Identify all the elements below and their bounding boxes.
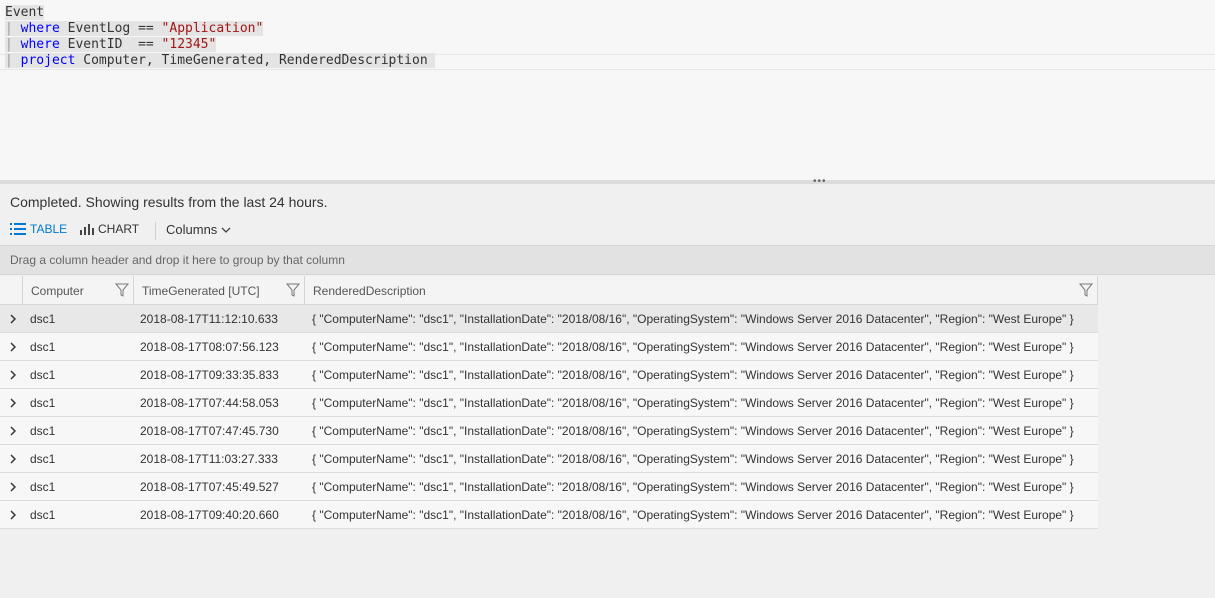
column-header-label: RenderedDescription — [313, 284, 426, 298]
table-row[interactable]: dsc1 2018-08-17T07:47:45.730 { "Computer… — [0, 417, 1098, 445]
string-literal: "12345" — [161, 37, 217, 52]
cell-timegenerated: 2018-08-17T11:03:27.333 — [140, 452, 278, 466]
filter-icon[interactable] — [115, 283, 129, 297]
query-line-2: | where EventLog == "Application" — [0, 21, 264, 37]
row-expander[interactable] — [6, 361, 22, 388]
cell-timegenerated: 2018-08-17T07:44:58.053 — [140, 396, 279, 410]
pipe-operator: | — [5, 37, 21, 52]
row-expander[interactable] — [6, 333, 22, 360]
splitter-grip-icon[interactable]: ••• — [813, 176, 827, 187]
cell-computer: dsc1 — [30, 312, 56, 326]
query-expression: EventLog == — [59, 21, 162, 36]
chevron-right-icon — [10, 426, 16, 436]
cell-rendereddescription: { "ComputerName": "dsc1", "InstallationD… — [312, 396, 1074, 410]
cell-rendereddescription: { "ComputerName": "dsc1", "InstallationD… — [312, 340, 1074, 354]
toolbar-divider — [155, 222, 156, 240]
table-list-icon — [10, 223, 26, 235]
query-expression: Computer, TimeGenerated, RenderedDescrip… — [75, 53, 436, 68]
cell-computer: dsc1 — [30, 368, 56, 382]
chevron-right-icon — [10, 482, 16, 492]
columns-label: Columns — [166, 222, 218, 237]
chevron-right-icon — [10, 510, 16, 520]
columns-dropdown-button[interactable]: Columns — [166, 222, 235, 237]
keyword-where: where — [20, 37, 60, 52]
cell-computer: dsc1 — [30, 340, 56, 354]
results-toolbar: TABLE CHART Columns — [0, 218, 1215, 244]
query-line-1: Event — [0, 5, 45, 21]
row-expander[interactable] — [6, 445, 22, 472]
column-header-rendereddescription[interactable]: RenderedDescription — [304, 276, 1098, 304]
cell-rendereddescription: { "ComputerName": "dsc1", "InstallationD… — [312, 508, 1074, 522]
pipe-operator: | — [5, 21, 21, 36]
cell-timegenerated: 2018-08-17T07:47:45.730 — [140, 424, 279, 438]
query-expression: EventID == — [59, 37, 162, 52]
status-message: Completed. Showing results from the last… — [10, 194, 328, 210]
cell-computer: dsc1 — [30, 508, 56, 522]
chevron-right-icon — [10, 454, 16, 464]
table-row[interactable]: dsc1 2018-08-17T11:12:10.633 { "Computer… — [0, 305, 1098, 333]
table-row[interactable]: dsc1 2018-08-17T07:45:49.527 { "Computer… — [0, 473, 1098, 501]
table-row[interactable]: dsc1 2018-08-17T07:44:58.053 { "Computer… — [0, 389, 1098, 417]
column-header-label: TimeGenerated [UTC] — [142, 284, 260, 298]
table-view-label: TABLE — [30, 222, 68, 236]
table-row[interactable]: dsc1 2018-08-17T09:33:35.833 { "Computer… — [0, 361, 1098, 389]
chart-view-label: CHART — [98, 222, 140, 236]
row-expander[interactable] — [6, 473, 22, 500]
chevron-right-icon — [10, 370, 16, 380]
cell-rendereddescription: { "ComputerName": "dsc1", "InstallationD… — [312, 480, 1074, 494]
keyword-project: project — [20, 53, 76, 68]
row-expander[interactable] — [6, 389, 22, 416]
chevron-down-icon — [221, 227, 231, 233]
group-by-drop-zone[interactable]: Drag a column header and drop it here to… — [0, 245, 1215, 275]
column-header-timegenerated[interactable]: TimeGenerated [UTC] — [133, 276, 304, 304]
cell-timegenerated: 2018-08-17T11:12:10.633 — [140, 312, 278, 326]
cell-computer: dsc1 — [30, 424, 56, 438]
pipe-operator: | — [5, 53, 21, 68]
cell-rendereddescription: { "ComputerName": "dsc1", "InstallationD… — [312, 424, 1074, 438]
pane-splitter[interactable] — [0, 180, 1215, 184]
column-header-label: Computer — [31, 284, 84, 298]
bar-chart-icon — [80, 224, 94, 235]
string-literal: "Application" — [161, 21, 264, 36]
chevron-right-icon — [10, 398, 16, 408]
cell-computer: dsc1 — [30, 396, 56, 410]
filter-icon[interactable] — [1079, 283, 1093, 297]
table-row[interactable]: dsc1 2018-08-17T11:03:27.333 { "Computer… — [0, 445, 1098, 473]
chart-view-button[interactable]: CHART — [80, 222, 139, 236]
cell-timegenerated: 2018-08-17T09:33:35.833 — [140, 368, 279, 382]
table-view-button[interactable]: TABLE — [10, 222, 67, 236]
grid-header-row: Computer TimeGenerated [UTC] RenderedDes… — [0, 276, 1098, 305]
row-expander[interactable] — [6, 501, 22, 528]
expander-column-header — [0, 276, 22, 304]
query-editor[interactable]: Event | where EventLog == "Application" … — [0, 0, 1215, 180]
cell-rendereddescription: { "ComputerName": "dsc1", "InstallationD… — [312, 312, 1074, 326]
query-table-name: Event — [5, 5, 45, 20]
column-header-computer[interactable]: Computer — [22, 276, 133, 304]
chevron-right-icon — [10, 342, 16, 352]
table-row[interactable]: dsc1 2018-08-17T09:40:20.660 { "Computer… — [0, 501, 1098, 529]
cell-computer: dsc1 — [30, 480, 56, 494]
results-grid: Computer TimeGenerated [UTC] RenderedDes… — [0, 276, 1098, 529]
keyword-where: where — [20, 21, 60, 36]
row-expander[interactable] — [6, 305, 22, 332]
row-expander[interactable] — [6, 417, 22, 444]
cell-timegenerated: 2018-08-17T09:40:20.660 — [140, 508, 279, 522]
cell-timegenerated: 2018-08-17T08:07:56.123 — [140, 340, 279, 354]
cell-computer: dsc1 — [30, 452, 56, 466]
query-line-3: | where EventID == "12345" — [0, 37, 217, 53]
cell-timegenerated: 2018-08-17T07:45:49.527 — [140, 480, 279, 494]
cell-rendereddescription: { "ComputerName": "dsc1", "InstallationD… — [312, 452, 1074, 466]
filter-icon[interactable] — [286, 283, 300, 297]
cell-rendereddescription: { "ComputerName": "dsc1", "InstallationD… — [312, 368, 1074, 382]
table-row[interactable]: dsc1 2018-08-17T08:07:56.123 { "Computer… — [0, 333, 1098, 361]
query-line-4: | project Computer, TimeGenerated, Rende… — [0, 53, 436, 69]
chevron-right-icon — [10, 314, 16, 324]
